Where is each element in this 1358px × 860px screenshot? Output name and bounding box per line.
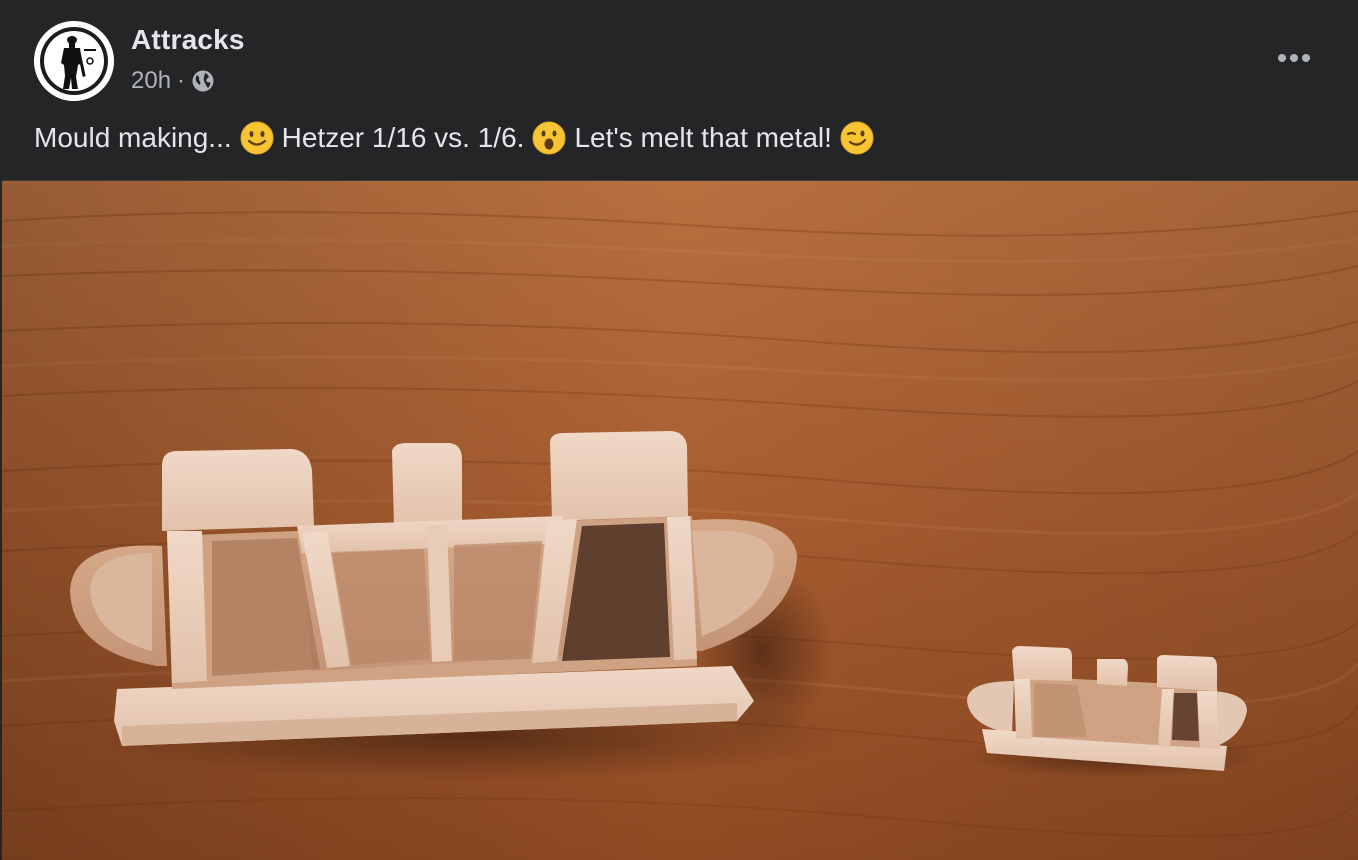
meta-separator: · [177, 67, 186, 94]
soldier-silhouette-icon [34, 21, 114, 101]
post-meta: 20h · [131, 64, 215, 98]
post-caption: Mould making... Hetzer 1/16 vs. 1/6. Let… [34, 118, 882, 158]
more-horizontal-icon [1278, 54, 1310, 62]
slightly-smiling-face-icon [240, 121, 274, 155]
caption-text-2: Hetzer 1/16 vs. 1/6. [281, 122, 525, 153]
facebook-post: Attracks 20h · Mould making... Hetzer 1/… [0, 0, 1358, 860]
profile-avatar[interactable] [34, 21, 114, 101]
resin-track-parts-photo [2, 181, 1358, 860]
globe-icon[interactable] [191, 69, 215, 93]
post-timestamp[interactable]: 20h [131, 67, 171, 95]
caption-text-1: Mould making... [34, 122, 232, 153]
face-with-open-mouth-icon [532, 121, 566, 155]
post-photo[interactable] [2, 180, 1358, 860]
post-header: Attracks 20h · [0, 0, 1358, 115]
caption-text-3: Let's melt that metal! [574, 122, 832, 153]
more-options-button[interactable] [1268, 38, 1320, 78]
winking-face-icon [840, 121, 874, 155]
author-name[interactable]: Attracks [131, 24, 245, 56]
